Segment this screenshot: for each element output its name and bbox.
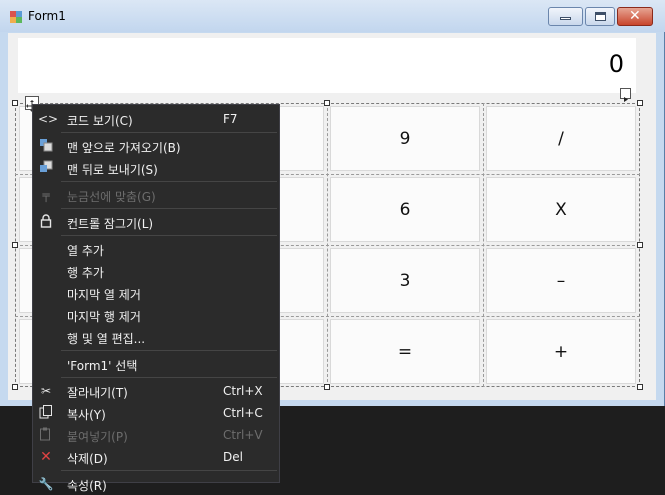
delete-icon: ✕: [40, 449, 52, 465]
menu-item-send-to-back[interactable]: 맨 뒤로 보내기(S): [33, 157, 279, 179]
calc-button-label: =: [397, 342, 413, 362]
calc-button-3[interactable]: 3: [330, 248, 480, 313]
properties-icon: 🔧: [38, 477, 54, 491]
title-bar[interactable]: Form1 ✕: [0, 0, 665, 32]
calc-button-equals[interactable]: =: [330, 319, 480, 384]
window-title: Form1: [28, 9, 66, 23]
menu-item-shortcut: Ctrl+X: [223, 384, 263, 398]
maximize-button[interactable]: [585, 7, 615, 26]
resize-handle[interactable]: [324, 100, 330, 106]
close-icon: ✕: [629, 8, 641, 24]
menu-item-copy[interactable]: 복사(Y) Ctrl+C: [33, 402, 279, 424]
lock-icon: [38, 214, 54, 230]
menu-item-bring-to-front[interactable]: 맨 앞으로 가져오기(B): [33, 135, 279, 157]
calc-button-label: –: [556, 271, 566, 291]
menu-item-label: 붙여넣기(P): [67, 430, 128, 444]
resize-handle[interactable]: [12, 384, 18, 390]
menu-item-label: 행 및 열 편집...: [67, 332, 146, 346]
resize-handle[interactable]: [12, 100, 18, 106]
menu-item-label: 눈금선에 맞춤(G): [67, 190, 156, 204]
menu-item-add-column[interactable]: 열 추가: [33, 238, 279, 260]
minimize-icon: [560, 17, 571, 20]
menu-item-label: 마지막 행 제거: [67, 310, 141, 324]
smart-tag-arrow-icon[interactable]: [620, 88, 631, 102]
resize-handle[interactable]: [12, 242, 18, 248]
calc-button-6[interactable]: 6: [330, 177, 480, 242]
menu-separator: [61, 208, 277, 209]
menu-item-label: 행 추가: [67, 266, 104, 280]
resize-handle[interactable]: [637, 100, 643, 106]
menu-item-properties[interactable]: 🔧 속성(R): [33, 473, 279, 495]
menu-item-shortcut: F7: [223, 112, 238, 126]
resize-handle[interactable]: [637, 384, 643, 390]
menu-item-label: 맨 앞으로 가져오기(B): [67, 141, 181, 155]
menu-separator: [61, 350, 277, 351]
paste-icon: [38, 427, 54, 443]
menu-item-label: 열 추가: [67, 244, 104, 258]
menu-item-paste: 붙여넣기(P) Ctrl+V: [33, 424, 279, 446]
close-button[interactable]: ✕: [617, 7, 653, 26]
menu-item-view-code[interactable]: <> 코드 보기(C) F7: [33, 108, 279, 130]
menu-item-shortcut: Ctrl+C: [223, 406, 263, 420]
bring-to-front-icon: [38, 138, 54, 154]
resize-handle[interactable]: [324, 384, 330, 390]
menu-separator: [61, 377, 277, 378]
grid-col-divider: [483, 103, 484, 387]
menu-item-label: 복사(Y): [67, 408, 106, 422]
copy-icon: [38, 405, 54, 421]
menu-item-remove-last-column[interactable]: 마지막 열 제거: [33, 282, 279, 304]
menu-item-shortcut: Ctrl+V: [223, 428, 263, 442]
calc-button-plus[interactable]: +: [486, 319, 636, 384]
menu-item-label: 맨 뒤로 보내기(S): [67, 163, 158, 177]
menu-item-label: 코드 보기(C): [67, 114, 133, 128]
minimize-button[interactable]: [548, 7, 583, 26]
calc-button-9[interactable]: 9: [330, 106, 480, 171]
cut-icon: ✂: [40, 384, 52, 398]
menu-item-label: 속성(R): [67, 479, 107, 493]
menu-separator: [61, 235, 277, 236]
menu-item-cut[interactable]: ✂ 잘라내기(T) Ctrl+X: [33, 380, 279, 402]
display-value: 0: [608, 50, 624, 78]
menu-item-remove-last-row[interactable]: 마지막 행 제거: [33, 304, 279, 326]
align-to-grid-icon: ╤: [42, 188, 50, 202]
code-icon: <>: [38, 112, 59, 126]
calc-button-label: 3: [399, 271, 411, 291]
menu-separator: [61, 132, 277, 133]
calc-button-label: X: [555, 200, 567, 220]
context-menu: <> 코드 보기(C) F7 맨 앞으로 가져오기(B) 맨 뒤로 보내기(S)…: [32, 104, 280, 493]
grid-col-divider: [327, 103, 328, 387]
menu-item-label: 잘라내기(T): [67, 386, 128, 400]
menu-item-delete[interactable]: ✕ 삭제(D) Del: [33, 446, 279, 468]
menu-separator: [61, 470, 277, 471]
menu-item-lock-controls[interactable]: 컨트롤 잠그기(L): [33, 211, 279, 233]
menu-item-label: 컨트롤 잠그기(L): [67, 217, 154, 231]
result-display[interactable]: 0: [18, 38, 636, 93]
app-icon: [10, 11, 22, 23]
calc-button-divide[interactable]: /: [486, 106, 636, 171]
calc-button-multiply[interactable]: X: [486, 177, 636, 242]
menu-item-add-row[interactable]: 행 추가: [33, 260, 279, 282]
menu-item-label: 삭제(D): [67, 452, 108, 466]
menu-item-shortcut: Del: [223, 450, 243, 464]
calc-button-label: 9: [399, 129, 411, 149]
menu-item-select-form1[interactable]: 'Form1' 선택: [33, 353, 279, 375]
menu-item-label: 'Form1' 선택: [67, 359, 138, 373]
calc-button-label: /: [558, 129, 564, 149]
menu-item-label: 마지막 열 제거: [67, 288, 141, 302]
send-to-back-icon: [38, 160, 54, 176]
menu-item-edit-rows-columns[interactable]: 행 및 열 편집...: [33, 326, 279, 348]
calc-button-minus[interactable]: –: [486, 248, 636, 313]
maximize-icon: [595, 12, 606, 21]
menu-item-align-to-grid: ╤ 눈금선에 맞춤(G): [33, 184, 279, 206]
resize-handle[interactable]: [637, 242, 643, 248]
calc-button-label: 6: [399, 200, 411, 220]
menu-separator: [61, 181, 277, 182]
calc-button-label: +: [553, 342, 569, 362]
